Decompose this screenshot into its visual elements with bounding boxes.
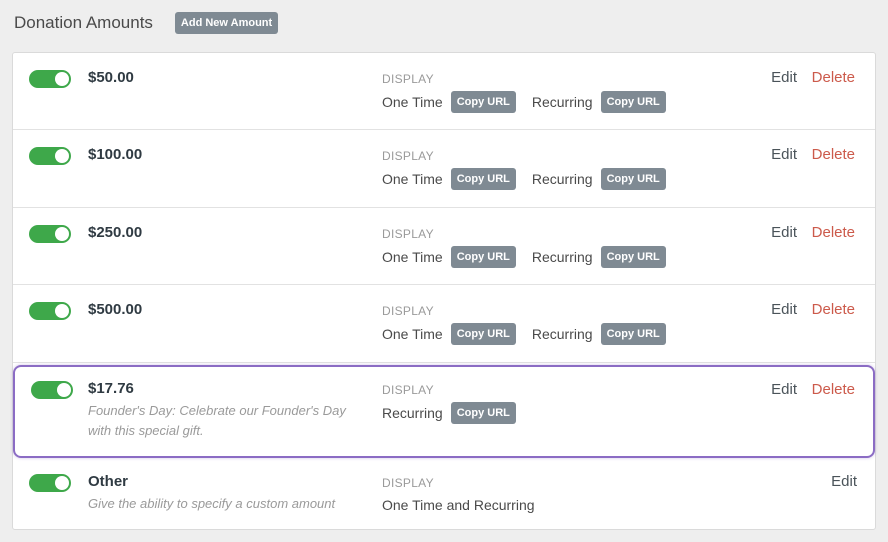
display-label: DISPLAY — [382, 72, 434, 86]
recurring-label: Recurring — [382, 405, 443, 421]
amount-value: $17.76 — [88, 380, 134, 397]
display-options: One Time Copy URL Recurring Copy URL — [382, 168, 682, 190]
enabled-toggle[interactable] — [29, 225, 71, 243]
display-label: DISPLAY — [382, 383, 434, 397]
display-options: One Time Copy URL Recurring Copy URL — [382, 246, 682, 268]
delete-link[interactable]: Delete — [812, 301, 855, 318]
amount-value: $50.00 — [88, 69, 134, 86]
display-label: DISPLAY — [382, 476, 434, 490]
one-time-label: One Time — [382, 94, 443, 110]
page-title: Donation Amounts — [14, 13, 153, 32]
donation-row: $500.00 DISPLAY One Time Copy URL Recurr… — [13, 285, 875, 363]
page-header: Donation Amounts Add New Amount — [14, 12, 279, 34]
copy-url-one-time-button[interactable]: Copy URL — [450, 246, 516, 268]
delete-link[interactable]: Delete — [812, 146, 855, 163]
amount-description: Founder's Day: Celebrate our Founder's D… — [88, 403, 346, 438]
toggle-knob — [55, 476, 69, 490]
edit-link[interactable]: Edit — [771, 146, 797, 163]
donation-amount-list: $50.00 DISPLAY One Time Copy URL Recurri… — [12, 52, 876, 530]
toggle-knob — [55, 227, 69, 241]
recurring-label: Recurring — [531, 326, 593, 342]
display-label: DISPLAY — [382, 304, 434, 318]
donation-row: $250.00 DISPLAY One Time Copy URL Recurr… — [13, 208, 875, 285]
donation-row-highlighted: $17.76 Founder's Day: Celebrate our Foun… — [13, 365, 875, 458]
edit-link[interactable]: Edit — [771, 224, 797, 241]
amount-value: $500.00 — [88, 301, 143, 318]
amount-description: Give the ability to specify a custom amo… — [88, 496, 336, 511]
copy-url-recurring-button[interactable]: Copy URL — [600, 246, 666, 268]
copy-url-recurring-button[interactable]: Copy URL — [600, 323, 666, 345]
toggle-knob — [55, 149, 69, 163]
toggle-knob — [55, 304, 69, 318]
display-label: DISPLAY — [382, 227, 434, 241]
recurring-label: Recurring — [531, 94, 593, 110]
one-time-label: One Time — [382, 326, 443, 342]
edit-link[interactable]: Edit — [771, 301, 797, 318]
copy-url-recurring-button[interactable]: Copy URL — [600, 168, 666, 190]
delete-link[interactable]: Delete — [812, 224, 855, 241]
copy-url-one-time-button[interactable]: Copy URL — [450, 91, 516, 113]
one-time-label: One Time — [382, 171, 443, 187]
one-time-and-recurring-label: One Time and Recurring — [382, 497, 535, 513]
enabled-toggle[interactable] — [29, 474, 71, 492]
enabled-toggle[interactable] — [31, 381, 73, 399]
amount-value: $250.00 — [88, 224, 143, 241]
display-options: One Time and Recurring — [382, 497, 543, 513]
recurring-label: Recurring — [531, 249, 593, 265]
edit-link[interactable]: Edit — [771, 381, 797, 398]
edit-link[interactable]: Edit — [831, 473, 857, 490]
display-options: One Time Copy URL Recurring Copy URL — [382, 91, 682, 113]
delete-link[interactable]: Delete — [812, 69, 855, 86]
edit-link[interactable]: Edit — [771, 69, 797, 86]
amount-value: Other — [88, 473, 129, 490]
amount-value: $100.00 — [88, 146, 143, 163]
display-options: Recurring Copy URL — [382, 402, 532, 424]
display-label: DISPLAY — [382, 149, 434, 163]
enabled-toggle[interactable] — [29, 70, 71, 88]
copy-url-recurring-button[interactable]: Copy URL — [600, 91, 666, 113]
add-new-amount-button[interactable]: Add New Amount — [174, 12, 279, 34]
delete-link[interactable]: Delete — [812, 381, 855, 398]
recurring-label: Recurring — [531, 171, 593, 187]
toggle-knob — [57, 383, 71, 397]
copy-url-recurring-button[interactable]: Copy URL — [450, 402, 516, 424]
display-options: One Time Copy URL Recurring Copy URL — [382, 323, 682, 345]
copy-url-one-time-button[interactable]: Copy URL — [450, 168, 516, 190]
donation-row: $50.00 DISPLAY One Time Copy URL Recurri… — [13, 53, 875, 130]
donation-row: Other Give the ability to specify a cust… — [13, 460, 875, 530]
toggle-knob — [55, 72, 69, 86]
enabled-toggle[interactable] — [29, 147, 71, 165]
copy-url-one-time-button[interactable]: Copy URL — [450, 323, 516, 345]
donation-row: $100.00 DISPLAY One Time Copy URL Recurr… — [13, 130, 875, 208]
enabled-toggle[interactable] — [29, 302, 71, 320]
one-time-label: One Time — [382, 249, 443, 265]
